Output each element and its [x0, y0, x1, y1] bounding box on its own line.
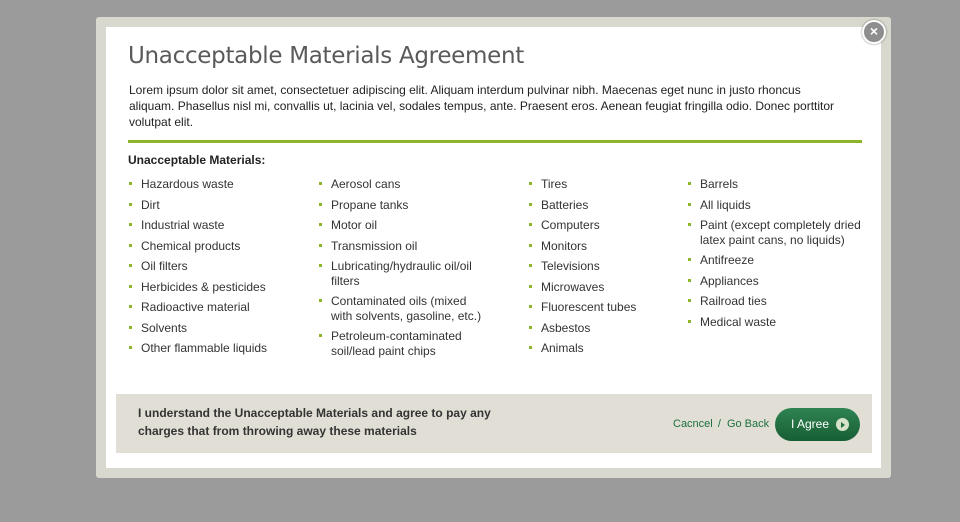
agree-button-label: I Agree: [791, 417, 830, 431]
list-item: Chemical products: [129, 239, 289, 254]
materials-column-1: Hazardous waste Dirt Industrial waste Ch…: [129, 177, 289, 362]
list-item: Animals: [529, 341, 659, 356]
list-item: Railroad ties: [688, 294, 868, 309]
list-item: Appliances: [688, 274, 868, 289]
list-item: Dirt: [129, 198, 289, 213]
close-button[interactable]: ×: [862, 20, 886, 44]
list-item: Petroleum-contaminated soil/lead paint c…: [319, 329, 484, 358]
materials-heading: Unacceptable Materials:: [128, 153, 266, 167]
go-back-link[interactable]: Go Back: [727, 418, 769, 430]
list-item: Transmission oil: [319, 239, 484, 254]
list-item: Televisions: [529, 259, 659, 274]
intro-text: Lorem ipsum dolor sit amet, consectetuer…: [129, 83, 835, 129]
list-item: Motor oil: [319, 218, 484, 233]
agree-statement: I understand the Unacceptable Materials …: [138, 406, 491, 438]
list-item: Monitors: [529, 239, 659, 254]
list-item: Microwaves: [529, 280, 659, 295]
close-icon: ×: [869, 23, 879, 39]
list-item: Aerosol cans: [319, 177, 484, 192]
list-item: Other flammable liquids: [129, 341, 289, 356]
divider: [128, 140, 862, 143]
list-item: Propane tanks: [319, 198, 484, 213]
arrow-right-icon: [836, 418, 849, 431]
link-separator: /: [717, 418, 721, 430]
list-item: Fluorescent tubes: [529, 300, 659, 315]
list-item: Asbestos: [529, 321, 659, 336]
modal-frame: Unacceptable Materials Agreement Lorem i…: [96, 17, 891, 478]
footer-links: Cacncel / Go Back: [673, 418, 769, 430]
list-item: Batteries: [529, 198, 659, 213]
cancel-link[interactable]: Cacncel: [673, 418, 713, 430]
list-item: Oil filters: [129, 259, 289, 274]
list-item: Industrial waste: [129, 218, 289, 233]
agreement-footer: I understand the Unacceptable Materials …: [116, 394, 872, 453]
list-item: Medical waste: [688, 315, 868, 330]
list-item: Radioactive material: [129, 300, 289, 315]
list-item: Tires: [529, 177, 659, 192]
list-item: Solvents: [129, 321, 289, 336]
list-item: Computers: [529, 218, 659, 233]
materials-column-4: Barrels All liquids Paint (except comple…: [688, 177, 868, 335]
list-item: All liquids: [688, 198, 868, 213]
dialog-title: Unacceptable Materials Agreement: [128, 43, 524, 69]
agree-button[interactable]: I Agree: [775, 408, 860, 441]
list-item: Contaminated oils (mixed with solvents, …: [319, 294, 484, 323]
list-item: Antifreeze: [688, 253, 868, 268]
materials-column-2: Aerosol cans Propane tanks Motor oil Tra…: [319, 177, 484, 364]
list-item: Paint (except completely dried latex pai…: [688, 218, 868, 247]
list-item: Lubricating/hydraulic oil/oil filters: [319, 259, 484, 288]
list-item: Herbicides & pesticides: [129, 280, 289, 295]
list-item: Hazardous waste: [129, 177, 289, 192]
agreement-dialog: Unacceptable Materials Agreement Lorem i…: [106, 27, 881, 468]
materials-column-3: Tires Batteries Computers Monitors Telev…: [529, 177, 659, 362]
list-item: Barrels: [688, 177, 868, 192]
